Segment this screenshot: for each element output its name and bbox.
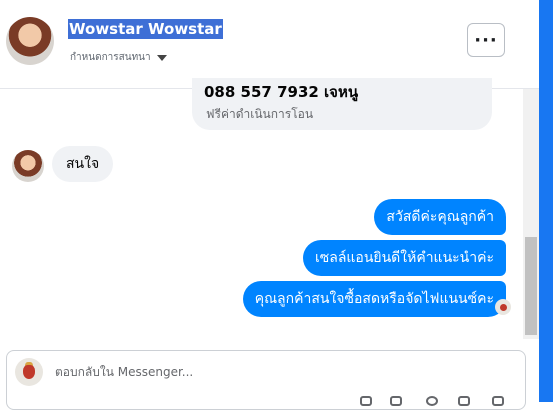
scrollbar-thumb[interactable] xyxy=(525,237,537,335)
message-composer xyxy=(6,350,526,410)
sender-avatar xyxy=(12,150,44,182)
conversation-settings-label: กำหนดการสนทนา xyxy=(70,52,151,63)
outgoing-message[interactable]: เซลล์แอนยินดีให้คำแนะนำค่ะ xyxy=(302,240,506,276)
more-dots-icon: ··· xyxy=(474,29,498,51)
outgoing-message[interactable]: คุณลูกค้าสนใจซื้อสดหรือจัดไฟแนนซ์คะ xyxy=(242,281,506,317)
conversation-settings[interactable]: กำหนดการสนทนา xyxy=(70,50,167,65)
window-edge xyxy=(539,0,553,402)
emoji-icon[interactable] xyxy=(360,396,372,406)
previous-message-note: ฟรีค่าดำเนินการโอน xyxy=(206,107,314,121)
caret-down-icon xyxy=(156,54,167,61)
conversation-header: Wowstar Wowstar กำหนดการสนทนา ··· xyxy=(0,0,539,89)
more-options-button[interactable]: ··· xyxy=(467,23,505,57)
previous-message-phone: 088 557 7932 เจหนู xyxy=(204,83,359,101)
seen-avatar-icon xyxy=(495,299,511,315)
incoming-message[interactable]: สนใจ xyxy=(52,146,114,182)
contact-avatar[interactable] xyxy=(6,17,54,65)
contact-name[interactable]: Wowstar Wowstar xyxy=(68,19,223,39)
attachment-icon[interactable] xyxy=(390,396,402,406)
outgoing-message[interactable]: สวัสดีค่ะคุณลูกค้า xyxy=(374,199,506,235)
send-icon[interactable] xyxy=(492,396,504,406)
reply-input[interactable] xyxy=(55,365,435,379)
sticker-icon[interactable] xyxy=(426,396,438,406)
composer-avatar-icon xyxy=(15,358,43,386)
gif-icon[interactable] xyxy=(458,396,470,406)
